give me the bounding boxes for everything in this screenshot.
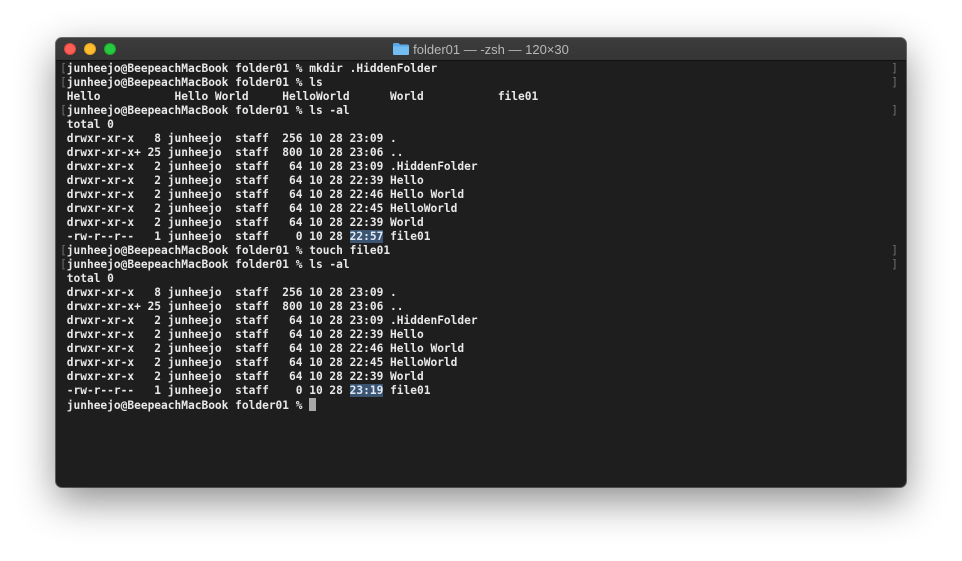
prompt-text: junheejo@BeepeachMacBook folder01 % (66, 399, 310, 412)
line-gutter (60, 370, 67, 383)
command-line: [junheejo@BeepeachMacBook folder01 % ls … (60, 258, 898, 272)
line-gutter (60, 216, 67, 229)
text-cursor[interactable] (309, 398, 317, 411)
line-gutter (60, 328, 67, 341)
window-title-text: folder01 — -zsh — 120×30 (413, 41, 569, 57)
output-line: drwxr-xr-x 2 junheejo staff 64 10 28 22:… (60, 370, 896, 384)
output-line: drwxr-xr-x 2 junheejo staff 64 10 28 23:… (60, 314, 896, 328)
output-line: drwxr-xr-x 2 junheejo staff 64 10 28 22:… (60, 174, 896, 188)
line-gutter (60, 300, 67, 313)
mark-bracket-right: ] (891, 76, 898, 89)
line-text: Hello Hello World HelloWorld World file0… (66, 90, 539, 103)
line-gutter (60, 272, 67, 285)
mark-bracket-right: ] (891, 62, 898, 75)
output-line: drwxr-xr-x 2 junheejo staff 64 10 28 22:… (60, 356, 896, 370)
line-gutter (60, 174, 67, 187)
line-gutter (60, 399, 67, 412)
mark-bracket-right: ] (891, 258, 898, 271)
line-text: drwxr-xr-x 2 junheejo staff 64 10 28 22:… (66, 370, 424, 383)
output-line: total 0 (60, 272, 896, 286)
folder-icon (393, 43, 410, 55)
line-text: drwxr-xr-x 2 junheejo staff 64 10 28 22:… (66, 342, 465, 355)
mark-bracket-left: [ (60, 258, 67, 271)
line-text: total 0 (66, 272, 114, 285)
output-line: drwxr-xr-x 2 junheejo staff 64 10 28 22:… (60, 202, 896, 216)
mark-bracket-left: [ (60, 62, 67, 75)
line-text: drwxr-xr-x 8 junheejo staff 256 10 28 23… (66, 132, 397, 145)
line-text-tail: file01 (383, 384, 431, 397)
output-line: drwxr-xr-x 2 junheejo staff 64 10 28 22:… (60, 216, 896, 230)
title-bar[interactable]: folder01 — -zsh — 120×30 (56, 38, 906, 61)
output-line: drwxr-xr-x 2 junheejo staff 64 10 28 22:… (60, 188, 896, 202)
output-line: drwxr-xr-x 8 junheejo staff 256 10 28 23… (60, 286, 896, 300)
line-gutter (60, 314, 67, 327)
output-line: drwxr-xr-x 8 junheejo staff 256 10 28 23… (60, 132, 896, 146)
line-text: -rw-r--r-- 1 junheejo staff 0 10 28 (66, 384, 350, 397)
line-gutter (60, 188, 67, 201)
command-line: [junheejo@BeepeachMacBook folder01 % mkd… (60, 62, 898, 76)
line-gutter (60, 202, 67, 215)
line-text: drwxr-xr-x 2 junheejo staff 64 10 28 23:… (66, 314, 478, 327)
command-line: [junheejo@BeepeachMacBook folder01 % ls] (60, 76, 898, 90)
output-line: drwxr-xr-x+ 25 junheejo staff 800 10 28 … (60, 300, 896, 314)
line-gutter (60, 132, 67, 145)
line-text: junheejo@BeepeachMacBook folder01 % ls -… (66, 258, 350, 271)
line-text: drwxr-xr-x 2 junheejo staff 64 10 28 22:… (66, 328, 424, 341)
line-text: drwxr-xr-x 8 junheejo staff 256 10 28 23… (66, 286, 397, 299)
line-gutter (60, 118, 67, 131)
selected-text[interactable]: 23:19 (349, 384, 384, 397)
line-text: drwxr-xr-x+ 25 junheejo staff 800 10 28 … (66, 146, 404, 159)
line-gutter (60, 384, 67, 397)
mark-bracket-right: ] (891, 244, 898, 257)
selected-text[interactable]: 22:57 (349, 230, 384, 243)
mark-bracket-left: [ (60, 244, 67, 257)
terminal-window: folder01 — -zsh — 120×30 [junheejo@Beepe… (56, 38, 906, 487)
output-line: drwxr-xr-x+ 25 junheejo staff 800 10 28 … (60, 146, 896, 160)
line-gutter (60, 286, 67, 299)
prompt-line[interactable]: junheejo@BeepeachMacBook folder01 % (60, 398, 896, 412)
output-line: -rw-r--r-- 1 junheejo staff 0 10 28 22:5… (60, 230, 896, 244)
line-text: junheejo@BeepeachMacBook folder01 % ls -… (66, 104, 350, 117)
mark-bracket-left: [ (60, 76, 67, 89)
window-title: folder01 — -zsh — 120×30 (56, 38, 906, 60)
line-text: drwxr-xr-x+ 25 junheejo staff 800 10 28 … (66, 300, 404, 313)
line-text: junheejo@BeepeachMacBook folder01 % ls (66, 76, 323, 89)
line-text: drwxr-xr-x 2 junheejo staff 64 10 28 22:… (66, 202, 458, 215)
line-gutter (60, 146, 67, 159)
output-line: drwxr-xr-x 2 junheejo staff 64 10 28 23:… (60, 160, 896, 174)
command-line: [junheejo@BeepeachMacBook folder01 % tou… (60, 244, 898, 258)
line-text: drwxr-xr-x 2 junheejo staff 64 10 28 22:… (66, 216, 424, 229)
line-text: drwxr-xr-x 2 junheejo staff 64 10 28 22:… (66, 188, 465, 201)
output-line: Hello Hello World HelloWorld World file0… (60, 90, 896, 104)
output-line: drwxr-xr-x 2 junheejo staff 64 10 28 22:… (60, 328, 896, 342)
output-line: drwxr-xr-x 2 junheejo staff 64 10 28 22:… (60, 342, 896, 356)
line-gutter (60, 90, 67, 103)
line-gutter (60, 160, 67, 173)
line-gutter (60, 342, 67, 355)
line-text: drwxr-xr-x 2 junheejo staff 64 10 28 22:… (66, 174, 424, 187)
line-text: drwxr-xr-x 2 junheejo staff 64 10 28 23:… (66, 160, 478, 173)
line-gutter (60, 230, 67, 243)
mark-bracket-right: ] (891, 104, 898, 117)
line-text: total 0 (66, 118, 114, 131)
output-line: total 0 (60, 118, 896, 132)
command-line: [junheejo@BeepeachMacBook folder01 % ls … (60, 104, 898, 118)
output-line: -rw-r--r-- 1 junheejo staff 0 10 28 23:1… (60, 384, 896, 398)
line-gutter (60, 356, 67, 369)
line-text-tail: file01 (383, 230, 431, 243)
mark-bracket-left: [ (60, 104, 67, 117)
line-text: junheejo@BeepeachMacBook folder01 % mkdi… (66, 62, 438, 75)
terminal-output[interactable]: [junheejo@BeepeachMacBook folder01 % mkd… (60, 62, 898, 482)
line-text: -rw-r--r-- 1 junheejo staff 0 10 28 (66, 230, 350, 243)
line-text: junheejo@BeepeachMacBook folder01 % touc… (66, 244, 391, 257)
line-text: drwxr-xr-x 2 junheejo staff 64 10 28 22:… (66, 356, 458, 369)
